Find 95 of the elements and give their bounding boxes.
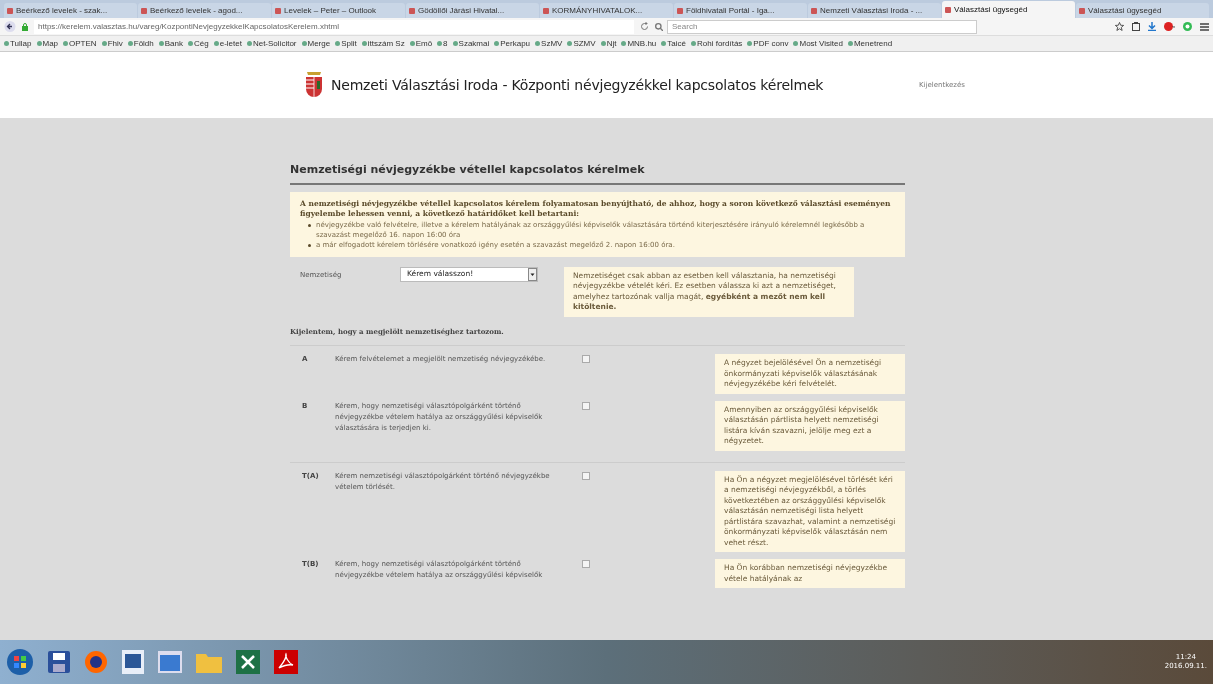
tab-favicon-icon — [1079, 7, 1085, 14]
coat-of-arms-icon — [305, 71, 323, 99]
bookmark-link[interactable]: Njt — [606, 37, 617, 50]
bookmark-link[interactable]: Menetrend — [853, 37, 893, 50]
bookmark-link[interactable]: Merge — [307, 37, 331, 50]
bookmark-link[interactable]: Bank — [164, 37, 183, 50]
bookmark-link[interactable]: PDF conv — [753, 37, 789, 50]
bookmark-link[interactable]: Cég — [194, 37, 209, 50]
bookmark-link[interactable]: MNB.hu — [627, 37, 657, 50]
spreadsheet-icon[interactable] — [236, 650, 260, 674]
bookmark-favicon-icon — [246, 41, 252, 46]
bookmark-link[interactable]: e-letet — [219, 37, 242, 50]
bullet-icon — [308, 243, 311, 247]
bookmark-favicon-icon — [661, 41, 667, 46]
bookmark-link[interactable]: Tullap — [10, 37, 32, 50]
bookmark-link[interactable]: SZMV — [573, 37, 596, 50]
tab-favicon-icon — [677, 7, 683, 14]
browser-tab[interactable]: Választási ügysegéd — [942, 1, 1075, 18]
checkbox[interactable] — [582, 560, 590, 568]
bookmark-link[interactable]: Map — [42, 37, 59, 50]
back-icon[interactable] — [4, 21, 16, 32]
bookmark-favicon-icon — [452, 41, 458, 46]
section-title: Nemzetiségi névjegyzékbe vétellel kapcsolatos kérelmek — [290, 162, 905, 185]
bookmark-favicon-icon — [409, 41, 415, 46]
bookmark-favicon-icon — [158, 41, 164, 46]
bookmark-favicon-icon — [335, 41, 341, 46]
search-field[interactable]: Search — [667, 19, 977, 34]
bookmark-link[interactable]: Most Visited — [799, 37, 843, 50]
bookmark-favicon-icon — [793, 41, 799, 46]
extension-icon[interactable] — [1183, 22, 1192, 31]
browser-tab[interactable]: Földhivatali Portál - Iga... — [674, 3, 807, 18]
bookmark-favicon-icon — [4, 41, 9, 46]
reload-icon[interactable] — [640, 22, 649, 31]
browser-tab[interactable]: Levelek – Peter – Outlook — [272, 3, 405, 18]
site-title: Nemzeti Választási Iroda - Központi névjegyzékkel kapcsolatos kérelmek — [331, 75, 824, 95]
bookmark-link[interactable]: Perkapu — [500, 37, 531, 50]
bookmark-link[interactable]: Fhiv — [107, 37, 123, 50]
browser-tab[interactable]: KORMÁNYHIVATALOK... — [540, 3, 673, 18]
bookmark-favicon-icon — [188, 41, 193, 46]
stop-sign-icon[interactable] — [1164, 22, 1175, 31]
bookmark-favicon-icon — [747, 41, 753, 46]
window-icon[interactable] — [158, 651, 182, 673]
bookmark-link[interactable]: 8 — [443, 37, 448, 50]
bookmark-link[interactable]: Taicé — [667, 37, 686, 50]
bookmark-link[interactable]: Split — [341, 37, 357, 50]
bookmark-link[interactable]: SzMV — [541, 37, 563, 50]
browser-tab[interactable]: Beérkező levelek - szak... — [4, 3, 137, 18]
browser-tab[interactable]: Beérkező levelek - agod... — [138, 3, 271, 18]
tab-favicon-icon — [275, 7, 281, 14]
checkbox[interactable] — [582, 401, 590, 410]
document-icon[interactable] — [122, 650, 144, 674]
tab-favicon-icon — [945, 6, 951, 13]
bookmark-favicon-icon — [494, 41, 500, 46]
checkbox[interactable] — [582, 471, 590, 480]
tab-favicon-icon — [141, 7, 147, 14]
download-icon[interactable] — [1148, 22, 1156, 31]
tab-favicon-icon — [811, 7, 817, 14]
bookmark-favicon-icon — [63, 41, 69, 46]
lock-icon — [22, 22, 28, 31]
address-bar[interactable]: https://kerelem.valasztas.hu/vareg/KozpontiNevjegyzekkelKapcsolatosKerelem.xhtml — [34, 19, 634, 34]
bookmark-favicon-icon — [621, 41, 627, 46]
bookmark-favicon-icon — [847, 41, 853, 46]
bookmark-link[interactable]: ittszám Sz — [367, 37, 405, 50]
tab-favicon-icon — [543, 7, 549, 14]
tab-favicon-icon — [7, 7, 13, 14]
browser-tab[interactable]: Gödöllői Járási Hivatal... — [406, 3, 539, 18]
bookmark-favicon-icon — [437, 41, 443, 46]
star-icon[interactable] — [1115, 22, 1124, 31]
bookmark-link[interactable]: OPTEN — [69, 37, 97, 50]
bookmark-favicon-icon — [361, 41, 367, 46]
clipboard-icon[interactable] — [1132, 22, 1140, 31]
start-icon[interactable] — [6, 648, 34, 676]
pdf-icon[interactable] — [274, 650, 298, 674]
bookmark-favicon-icon — [301, 41, 307, 46]
bookmark-favicon-icon — [600, 41, 606, 46]
bullet-icon — [308, 223, 311, 227]
bookmark-favicon-icon — [691, 41, 696, 46]
bookmark-link[interactable]: Szakmai — [458, 37, 490, 50]
globe-icon[interactable] — [84, 650, 108, 674]
browser-tab[interactable]: Választási ügysegéd — [1076, 3, 1209, 18]
bookmark-favicon-icon — [127, 41, 133, 46]
browser-tab[interactable]: Nemzeti Választási Iroda - ... — [808, 3, 941, 18]
bookmark-link[interactable]: Emö — [415, 37, 433, 50]
search-icon — [655, 22, 663, 31]
bookmark-link[interactable]: Rohi fordítás — [697, 37, 743, 50]
bookmark-favicon-icon — [36, 41, 42, 46]
bookmark-favicon-icon — [567, 41, 573, 46]
bookmark-favicon-icon — [535, 41, 541, 46]
bookmark-link[interactable]: Földh — [133, 37, 154, 50]
bookmark-favicon-icon — [213, 41, 219, 46]
tab-favicon-icon — [409, 7, 415, 14]
bookmark-favicon-icon — [101, 41, 107, 46]
bookmark-link[interactable]: Net-Solicitor — [252, 37, 297, 50]
checkbox[interactable] — [582, 355, 590, 363]
menu-icon[interactable] — [1200, 22, 1209, 31]
